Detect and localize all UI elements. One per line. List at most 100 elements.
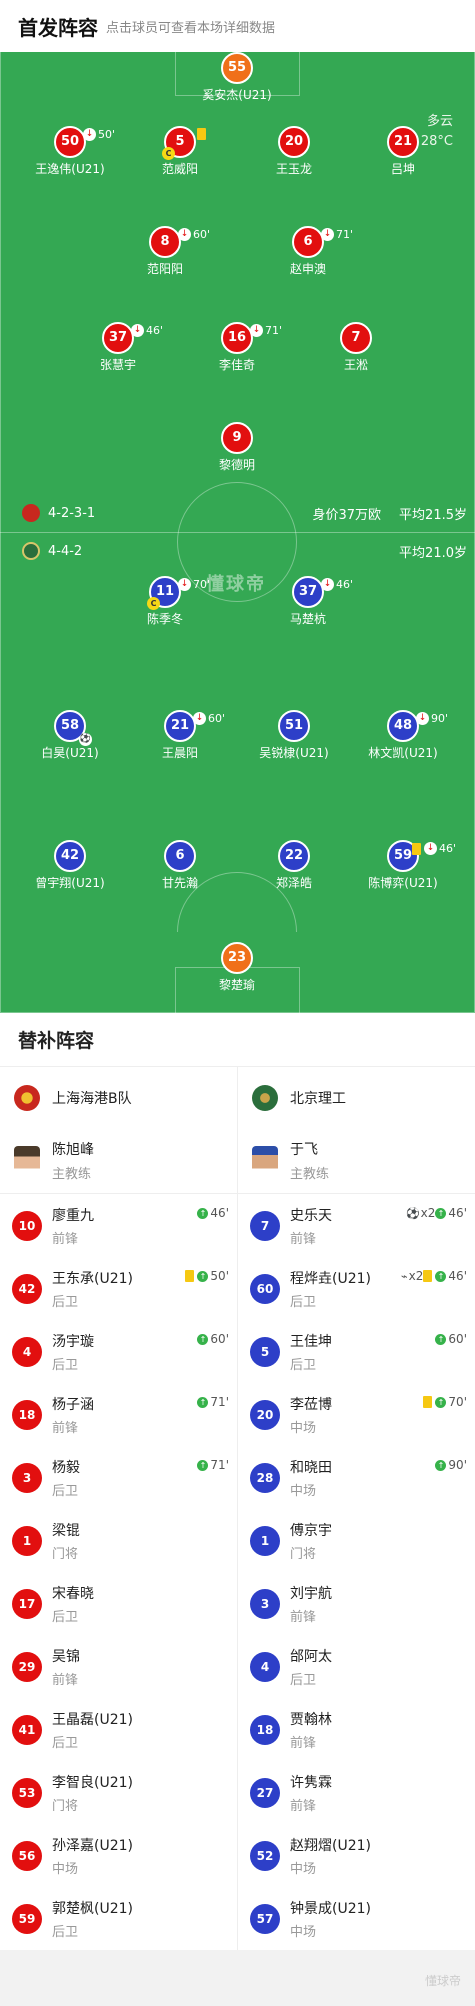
player-position: 门将 [52,1546,79,1562]
home-team-logo-icon [14,1084,40,1111]
sub-out-icon: ↓ [416,712,429,725]
sub-in-marker: ↑ 71' [197,1458,229,1472]
player-away[interactable]: 42 曾宇翔(U21) [15,840,125,891]
player-home-gk[interactable]: 55 奚安杰(U21) [182,52,292,103]
sub-player-row[interactable]: 3 刘宇航 前锋 [238,1572,475,1635]
away-team-header[interactable]: 北京理工 [238,1067,475,1128]
sub-in-icon: ↑ [435,1207,447,1219]
player-home[interactable]: 20 王玉龙 [239,126,349,177]
home-team-header[interactable]: 上海海港B队 [0,1067,237,1128]
sub-player-row[interactable]: 1 傅京宇 门将 [238,1509,475,1572]
player-away[interactable]: 22 郑泽皓 [239,840,349,891]
player-number: 9 [221,422,253,454]
sub-player-row[interactable]: 17 宋春晓 后卫 [0,1572,237,1635]
away-team-stats: 平均21.0岁 [399,542,467,561]
sub-player-row[interactable]: 28 和晓田 中场 ↑ 90' [238,1446,475,1509]
player-number: 20 [278,126,310,158]
player-away[interactable]: 21 ↓ 60' 王晨阳 [125,710,235,761]
player-name: 白昊(U21) [41,746,99,760]
sub-player-row[interactable]: 56 孙泽嘉(U21) 中场 [0,1824,237,1887]
player-home[interactable]: 5C 范威阳 [125,126,235,177]
sub-player-row[interactable]: 52 赵翔熠(U21) 中场 [238,1824,475,1887]
player-name: 王晨阳 [161,746,198,760]
player-home[interactable]: 7 王淞 [301,322,411,373]
player-number: 20 [250,1399,280,1430]
sub-player-row[interactable]: 60 程烨垚(U21) 后卫 ⌁ x2 ↑ 46' [238,1257,475,1320]
player-name: 马楚杭 [289,612,326,626]
away-team-name: 北京理工 [290,1090,346,1107]
sub-player-row[interactable]: 3 杨毅 后卫 ↑ 71' [0,1446,237,1509]
player-away[interactable]: 51 吴锐棣(U21) [239,710,349,761]
player-home[interactable]: 21 吕坤 [348,126,458,177]
away-formation: 4-4-2 [48,543,83,559]
player-away[interactable]: 59 ↓ 46' 陈博弈(U21) [348,840,458,891]
player-away[interactable]: 37 ↓ 46' 马楚杭 [253,576,363,627]
sub-player-row[interactable]: 20 李莅博 中场 ↑ 70' [238,1383,475,1446]
yellow-card-icon [412,842,421,855]
sub-out-icon: ↓ [83,128,96,141]
player-home[interactable]: 9 黎德明 [182,422,292,473]
player-number: 6 [164,840,196,872]
sub-player-row[interactable]: 41 王晶磊(U21) 后卫 [0,1698,237,1761]
player-name: 邰阿太 [290,1648,332,1665]
player-name: 王佳坤 [290,1333,332,1350]
player-number: 11 C [147,576,181,610]
home-coach[interactable]: 陈旭峰 主教练 [0,1128,237,1194]
coach-role: 主教练 [52,1167,92,1182]
player-away[interactable]: 6 甘先瀚 [125,840,235,891]
player-name: 赵申澳 [289,262,326,276]
player-position: 后卫 [52,1735,79,1751]
sub-player-row[interactable]: 18 杨子涵 前锋 ↑ 71' [0,1383,237,1446]
sub-player-row[interactable]: 7 史乐天 前锋 ⚽ x2 ↑ 46' [238,1194,475,1257]
sub-player-row[interactable]: 42 王东承(U21) 后卫 ↑ 50' [0,1257,237,1320]
player-number: 5 [250,1336,280,1367]
player-name: 孙泽嘉(U21) [52,1837,133,1854]
away-subs-column: 北京理工 于飞 主教练 7 史乐天 前锋 ⚽ x2 ↑ 46' 60 程烨垚(U21) 后卫 ⌁ x2… [237,1067,475,1950]
sub-in-marker: ↑ 71' [197,1395,229,1409]
player-home[interactable]: 37 ↓ 46' 张慧宇 [63,322,173,373]
player-name: 赵翔熠(U21) [290,1837,371,1854]
sub-out-marker: ↓ 46' [131,324,163,337]
sub-player-row[interactable]: 5 王佳坤 后卫 ↑ 60' [238,1320,475,1383]
sub-player-row[interactable]: 29 吴锦 前锋 [0,1635,237,1698]
player-name: 张慧宇 [99,358,136,372]
sub-out-icon: ↓ [250,324,263,337]
home-team-info: 4-2-3-1 [22,504,95,522]
player-home[interactable]: 8 ↓ 60' 范阳阳 [110,226,220,277]
sub-in-marker: ⚽ x2 ↑ 46' [405,1206,467,1220]
player-away[interactable]: 48 ↓ 90' 林文凯(U21) [348,710,458,761]
sub-player-row[interactable]: 27 许隽霖 前锋 [238,1761,475,1824]
player-number: 7 [250,1210,280,1241]
sub-out-icon: ↓ [178,578,191,591]
player-home[interactable]: 16 ↓ 71' 李佳奇 [182,322,292,373]
player-name: 范阳阳 [146,262,183,276]
player-number: 59 [12,1903,42,1934]
player-name: 钟景成(U21) [290,1900,371,1917]
player-home[interactable]: 6 ↓ 71' 赵申澳 [253,226,363,277]
player-position: 后卫 [290,1294,317,1310]
yellow-card-icon [185,1270,195,1282]
sub-player-row[interactable]: 53 李智良(U21) 门将 [0,1761,237,1824]
away-coach[interactable]: 于飞 主教练 [238,1128,475,1194]
player-number: 18 [12,1399,42,1430]
player-away[interactable]: 58 ⚽ 白昊(U21) [15,710,125,761]
player-position: 门将 [52,1798,79,1814]
coach-avatar [252,1145,278,1176]
sub-player-row[interactable]: 18 贾翰林 前锋 [238,1698,475,1761]
page-title: 首发阵容 [18,15,98,40]
player-name: 刘宇航 [290,1585,332,1602]
sub-player-row[interactable]: 4 邰阿太 后卫 [238,1635,475,1698]
sub-player-row[interactable]: 59 郭楚枫(U21) 后卫 [0,1887,237,1950]
pitch: 懂球帝 多云 28°C 4-2-3-1 身价37万欧 平均21.5岁 4-4-2… [0,52,475,1013]
player-name: 王玉龙 [275,162,312,176]
player-away-gk[interactable]: 23 黎楚瑜 [182,942,292,993]
player-away[interactable]: 11 C ↓ 70' 陈季冬 [110,576,220,627]
sub-player-row[interactable]: 4 汤宇璇 后卫 ↑ 60' [0,1320,237,1383]
sub-player-row[interactable]: 10 廖重九 前锋 ↑ 46' [0,1194,237,1257]
sub-player-row[interactable]: 57 钟景成(U21) 中场 [238,1887,475,1950]
footer: 懂球帝 [0,1950,475,2006]
player-home[interactable]: 50 ↓ 50' 王逸伟(U21) [15,126,125,177]
sub-player-row[interactable]: 1 梁锟 门将 [0,1509,237,1572]
player-name: 李佳奇 [218,358,255,372]
goal-count: x2 [420,1206,436,1220]
